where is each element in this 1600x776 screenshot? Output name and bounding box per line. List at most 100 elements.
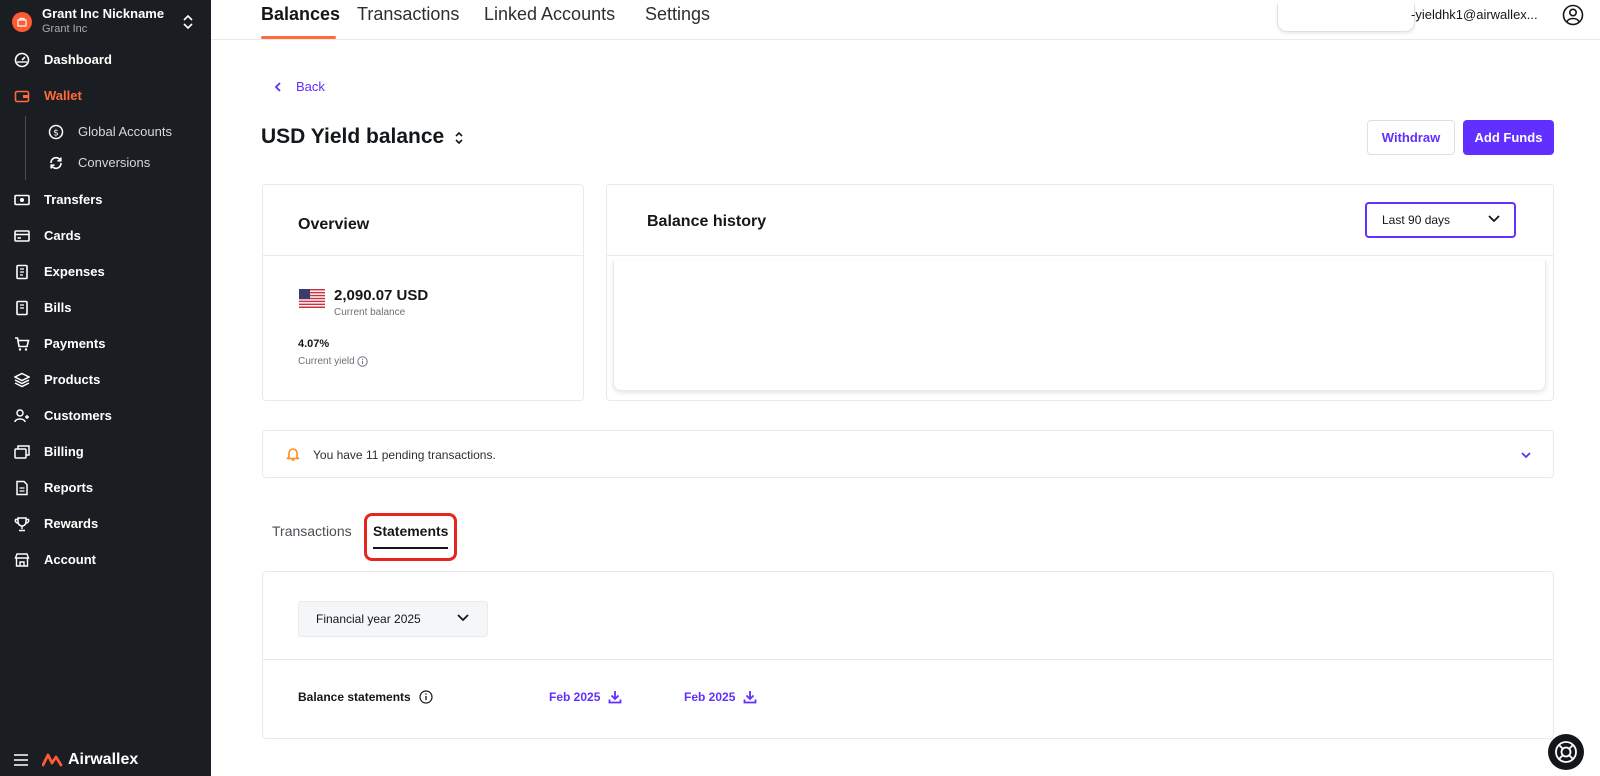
document-icon [16, 480, 28, 496]
sidebar-item-label: Payments [44, 336, 106, 351]
chevron-down-icon [457, 614, 469, 622]
sidebar-item-cards[interactable]: Cards [0, 221, 211, 251]
help-icon [1555, 741, 1577, 763]
customers-icon [14, 409, 29, 423]
sidebar-item-payments[interactable]: Payments [0, 329, 211, 359]
statements-card: Financial year 2025 Balance statements F… [262, 571, 1554, 739]
sidebar-item-label: Cards [44, 228, 81, 243]
help-button[interactable] [1548, 734, 1584, 770]
sidebar-item-billing[interactable]: Billing [0, 437, 211, 467]
store-icon [14, 553, 30, 567]
sidebar-item-bills[interactable]: Bills [0, 293, 211, 323]
sidebar-item-label: Expenses [44, 264, 105, 279]
top-bar: Balances Transactions Linked Accounts Se… [211, 0, 1600, 40]
overview-card: Overview 2,090.07 USD Current balance 4.… [262, 184, 584, 401]
sidebar-item-conversions[interactable]: Conversions [0, 148, 211, 178]
dashboard-icon [14, 52, 30, 68]
wallet-icon [14, 90, 30, 103]
airwallex-logo-icon [42, 753, 63, 767]
statement-link-label: Feb 2025 [549, 690, 601, 704]
sidebar-item-label: Transfers [44, 192, 103, 207]
pending-transactions-text: You have 11 pending transactions. [313, 448, 496, 462]
back-link[interactable]: Back [274, 79, 325, 94]
org-name: Grant Inc Nickname [42, 6, 165, 21]
sidebar-item-label: Customers [44, 408, 112, 423]
download-icon [608, 691, 622, 704]
bill-icon [16, 300, 28, 316]
download-icon [743, 691, 757, 704]
refresh-icon [50, 156, 62, 170]
sidebar-item-products[interactable]: Products [0, 365, 211, 395]
chevron-updown-icon[interactable] [452, 130, 466, 146]
transfers-icon [14, 194, 30, 206]
info-icon[interactable] [357, 356, 368, 367]
balance-chart-area [613, 261, 1546, 391]
layers-icon [14, 372, 30, 388]
sidebar: Grant Inc Nickname Grant Inc Dashboard W… [0, 0, 211, 776]
user-email[interactable]: -yieldhk1@airwallex... [1411, 7, 1551, 22]
add-funds-button[interactable]: Add Funds [1463, 120, 1554, 155]
sidebar-item-customers[interactable]: Customers [0, 401, 211, 431]
tab-balances[interactable]: Balances [261, 4, 340, 25]
tab-linked-accounts[interactable]: Linked Accounts [484, 4, 615, 25]
overview-header: Overview [263, 185, 583, 256]
yield-value: 4.07% [298, 338, 330, 350]
us-flag-icon [299, 289, 325, 308]
page-title: USD Yield balance [261, 125, 445, 148]
chevron-updown-icon [183, 14, 193, 30]
info-icon[interactable] [419, 690, 433, 704]
card-icon [14, 230, 30, 242]
chevron-down-icon[interactable] [1519, 448, 1533, 462]
tab-settings[interactable]: Settings [645, 4, 710, 25]
sidebar-item-label: Rewards [44, 516, 99, 531]
sidebar-item-global-accounts[interactable]: $ Global Accounts [0, 117, 211, 147]
active-tab-underline [261, 36, 336, 39]
divider [263, 659, 1553, 660]
chevron-left-icon [274, 81, 281, 92]
balance-statements-label-row: Balance statements [298, 690, 433, 704]
pending-transactions-banner[interactable]: You have 11 pending transactions. [262, 430, 1554, 478]
sidebar-item-label: Dashboard [44, 52, 112, 67]
highlight-box [364, 513, 457, 561]
sidebar-item-rewards[interactable]: Rewards [0, 509, 211, 539]
sidebar-item-wallet[interactable]: Wallet [0, 81, 211, 111]
financial-year-select[interactable]: Financial year 2025 [298, 601, 488, 637]
search-box[interactable] [1277, 4, 1415, 32]
date-range-value: Last 90 days [1382, 213, 1451, 227]
withdraw-button[interactable]: Withdraw [1367, 120, 1455, 155]
statement-download-link[interactable]: Feb 2025 [684, 690, 757, 704]
date-range-select[interactable]: Last 90 days [1365, 202, 1516, 238]
statement-download-link[interactable]: Feb 2025 [549, 690, 622, 704]
cart-icon [15, 337, 30, 351]
sidebar-item-dashboard[interactable]: Dashboard [0, 45, 211, 75]
receipt-icon [16, 264, 28, 280]
yield-label: Current yield [298, 356, 355, 367]
sidebar-item-label: Reports [44, 480, 94, 495]
billing-icon [14, 445, 30, 459]
yield-label-row: Current yield [298, 356, 368, 367]
tab-transactions-list[interactable]: Transactions [272, 523, 352, 539]
sidebar-item-reports[interactable]: Reports [0, 473, 211, 503]
sidebar-item-account[interactable]: Account [0, 545, 211, 575]
balance-statements-label: Balance statements [298, 690, 411, 704]
sidebar-item-label: Products [44, 372, 101, 387]
brand-name: Airwallex [68, 751, 139, 768]
org-switcher[interactable]: Grant Inc Nickname Grant Inc [12, 6, 199, 42]
hamburger-menu-icon[interactable] [14, 754, 28, 766]
sidebar-item-label: Account [44, 552, 96, 567]
user-profile-icon[interactable] [1562, 4, 1584, 26]
bell-icon [286, 448, 300, 461]
svg-text:$: $ [53, 129, 59, 139]
sidebar-item-transfers[interactable]: Transfers [0, 185, 211, 215]
sidebar-item-label: Conversions [78, 155, 151, 170]
balance-amount: 2,090.07 USD [334, 287, 429, 304]
tab-transactions[interactable]: Transactions [357, 4, 459, 25]
sidebar-item-label: Billing [44, 444, 84, 459]
sidebar-item-expenses[interactable]: Expenses [0, 257, 211, 287]
chevron-down-icon [1488, 215, 1500, 223]
brand: Airwallex [14, 750, 138, 770]
back-label: Back [296, 79, 325, 94]
org-icon [12, 12, 32, 32]
balance-history-title: Balance history [647, 213, 767, 230]
sidebar-item-label: Global Accounts [78, 124, 172, 139]
